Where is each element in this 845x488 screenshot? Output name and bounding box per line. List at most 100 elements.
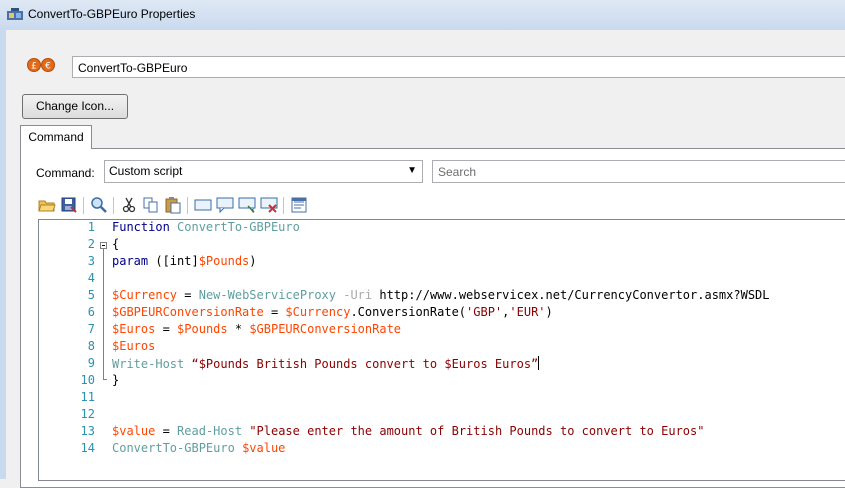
code-token: Write-Host [112, 357, 185, 371]
code-text: Function ConvertTo-GBPEuro [112, 220, 300, 234]
speech-icon[interactable] [216, 196, 234, 214]
code-line[interactable]: 6 $GBPEURConversionRate = $Currency.Conve… [39, 305, 845, 322]
command-label: Command: [36, 166, 95, 180]
code-text: $Euros [112, 339, 155, 353]
code-token: Read-Host [177, 424, 243, 438]
command-select[interactable]: Custom script ▼ [104, 160, 423, 183]
save-icon[interactable] [60, 196, 78, 214]
code-line[interactable]: 14 ConvertTo-GBPEuro $value [39, 441, 845, 458]
app-icon [7, 8, 23, 20]
code-line[interactable]: 5 $Currency = New-WebServiceProxy -Uri ht… [39, 288, 845, 305]
code-token: $value [242, 441, 286, 455]
code-token: = [177, 288, 199, 302]
paste-icon[interactable] [164, 196, 182, 214]
code-line[interactable]: 3 param ([int]$Pounds) [39, 254, 845, 271]
code-token: } [112, 373, 120, 387]
fold-end [103, 379, 107, 380]
code-token: $Currency [285, 305, 351, 319]
code-line[interactable]: 10} [39, 373, 845, 390]
line-number: 12 [80, 407, 95, 421]
code-token: 'EUR' [509, 305, 546, 319]
code-text: $GBPEURConversionRate = $Currency.Conver… [112, 305, 553, 319]
code-line[interactable]: 11 [39, 390, 845, 407]
code-token: $Currency [112, 288, 178, 302]
line-number: 6 [87, 305, 95, 319]
code-line[interactable]: 9 Write-Host “$Pounds British Pounds conv… [39, 356, 845, 373]
line-number: 3 [87, 254, 95, 268]
code-text: { [112, 237, 119, 251]
speech2-icon[interactable] [238, 196, 256, 214]
code-token: $value [112, 424, 156, 438]
code-text: Write-Host “$Pounds British Pounds conve… [112, 356, 540, 371]
code-token: = [155, 424, 178, 438]
command-select-value: Custom script [109, 164, 183, 178]
currency-icon[interactable]: £ € [27, 57, 57, 73]
code-token: “$Pounds British Pounds convert to $Euro… [191, 357, 539, 371]
cut-icon[interactable] [120, 196, 138, 214]
open-icon[interactable] [38, 196, 56, 214]
text-caret [538, 356, 540, 370]
tab-command[interactable]: Command [20, 125, 92, 149]
code-token: .ConversionRate( [350, 305, 467, 319]
code-line[interactable]: 4 [39, 271, 845, 288]
code-token: param [112, 254, 149, 268]
code-line[interactable]: 2{ [39, 237, 845, 254]
properties-icon[interactable] [290, 196, 308, 214]
code-token: { [112, 237, 120, 251]
code-line[interactable]: 12 [39, 407, 845, 424]
change-icon-button[interactable]: Change Icon... [22, 94, 128, 119]
line-number: 11 [80, 390, 95, 404]
code-token: = [263, 305, 286, 319]
copy-icon[interactable] [142, 196, 160, 214]
line-number: 14 [80, 441, 95, 455]
code-token: = [155, 322, 178, 336]
line-number: 4 [87, 271, 95, 285]
code-token: 'GBP' [466, 305, 503, 319]
code-token: ) [249, 254, 257, 268]
comment-icon[interactable] [194, 196, 212, 214]
code-token: $Euros [112, 322, 156, 336]
code-text: ConvertTo-GBPEuro $value [112, 441, 285, 455]
code-token: New-WebServiceProxy [198, 288, 336, 302]
line-number: 1 [87, 220, 95, 234]
chevron-down-icon[interactable]: ▼ [407, 165, 417, 176]
code-text: param ([int]$Pounds) [112, 254, 257, 268]
editor-toolbar [38, 196, 338, 218]
code-token: $Pounds [198, 254, 250, 268]
code-token: http://www.webservicex.net/CurrencyConve… [372, 288, 770, 302]
code-token: ConvertTo-GBPEuro [112, 441, 235, 455]
code-token: ) [545, 305, 553, 319]
code-line[interactable]: 1 Function ConvertTo-GBPEuro [39, 220, 845, 237]
code-token: ConvertTo-GBPEuro [177, 220, 300, 234]
code-line[interactable]: 7 $Euros = $Pounds * $GBPEURConversionRat… [39, 322, 845, 339]
line-number: 10 [80, 373, 95, 387]
find-icon[interactable] [90, 196, 108, 214]
code-line[interactable]: 8 $Euros [39, 339, 845, 356]
fold-line [103, 249, 104, 379]
script-editor[interactable]: 1 Function ConvertTo-GBPEuro 2{3 param ([in… [38, 219, 845, 481]
title-bar: ConvertTo-GBPEuro Properties [0, 0, 845, 31]
code-token: $Pounds [177, 322, 228, 336]
toolbar-separator [187, 197, 188, 214]
search-input[interactable]: Search [432, 160, 845, 183]
fold-toggle-icon[interactable] [100, 242, 107, 249]
toolbar-separator [113, 197, 114, 214]
code-text: $Euros = $Pounds * $GBPEURConversionRate [112, 322, 401, 336]
line-number: 9 [87, 356, 95, 370]
code-line[interactable]: 13 $value = Read-Host "Please enter the a… [39, 424, 845, 441]
code-token: $GBPEURConversionRate [112, 305, 264, 319]
code-token: "Please enter the amount of British Poun… [249, 424, 705, 438]
line-number: 2 [87, 237, 95, 251]
code-text: } [112, 373, 119, 387]
line-number: 7 [87, 322, 95, 336]
code-token: Function [112, 220, 170, 234]
svg-text:£: £ [31, 62, 37, 72]
line-number: 13 [80, 424, 95, 438]
delete-speech-icon[interactable] [260, 196, 278, 214]
name-input[interactable]: ConvertTo-GBPEuro [72, 56, 845, 78]
code-token: $GBPEURConversionRate [249, 322, 402, 336]
code-text: $Currency = New-WebServiceProxy -Uri htt… [112, 288, 770, 302]
line-number: 8 [87, 339, 95, 353]
